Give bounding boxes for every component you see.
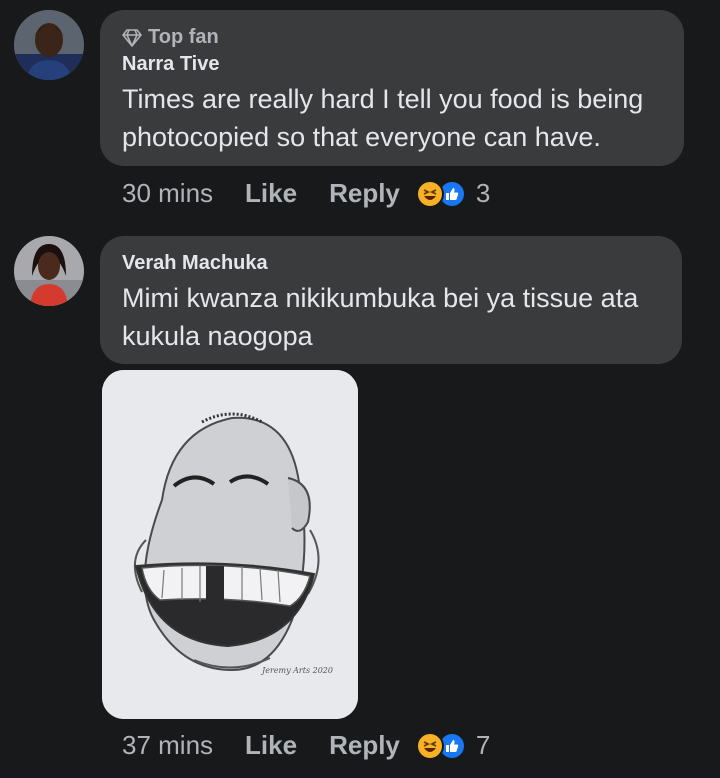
reply-button[interactable]: Reply — [329, 730, 400, 761]
like-button[interactable]: Like — [245, 178, 297, 209]
comment-actions: 37 mins Like Reply 7 — [122, 730, 490, 761]
comment-text-line: Times are really hard I tell you food is… — [122, 84, 644, 114]
reaction-count: 7 — [475, 730, 491, 760]
comment-sticker-image[interactable]: Jeremy Arts 2020 — [102, 370, 358, 719]
comment-timestamp[interactable]: 30 mins — [122, 178, 213, 209]
badge-label: Top fan — [148, 26, 219, 48]
diamond-icon — [122, 28, 142, 47]
haha-icon — [415, 731, 444, 760]
reaction-count: 3 — [475, 178, 491, 208]
avatar-verah-machuka[interactable] — [14, 236, 84, 306]
artist-signature: Jeremy Arts 2020 — [260, 666, 333, 675]
comment-author[interactable]: Narra Tive — [122, 53, 662, 76]
avatar-narra-tive[interactable] — [14, 10, 84, 80]
profile-photo — [14, 236, 84, 306]
comment-text: Times are really hard I tell you food is… — [122, 80, 662, 156]
comment-actions: 30 mins Like Reply 3 — [122, 178, 490, 209]
profile-photo — [14, 10, 84, 80]
comment-text: Mimi kwanza nikikumbuka bei ya tissue at… — [122, 279, 660, 355]
like-button[interactable]: Like — [245, 730, 297, 761]
reactions-summary[interactable] — [415, 731, 466, 760]
haha-icon — [415, 179, 444, 208]
comment-author[interactable]: Verah Machuka — [122, 252, 660, 275]
comment-text-line: Mimi kwanza nikikumbuka bei ya tissue at… — [122, 283, 639, 313]
reply-button[interactable]: Reply — [329, 178, 400, 209]
comment-timestamp[interactable]: 37 mins — [122, 730, 213, 761]
comment-text-line: photocopied so that everyone can have. — [122, 122, 601, 152]
comment-bubble: Top fan Narra Tive Times are really hard… — [100, 10, 684, 166]
reactions-summary[interactable] — [415, 179, 466, 208]
comment-bubble: Verah Machuka Mimi kwanza nikikumbuka be… — [100, 236, 682, 364]
caricature-drawing: Jeremy Arts 2020 — [102, 370, 358, 719]
top-fan-badge[interactable]: Top fan — [122, 26, 662, 49]
comment-text-line: kukula naogopa — [122, 321, 313, 351]
